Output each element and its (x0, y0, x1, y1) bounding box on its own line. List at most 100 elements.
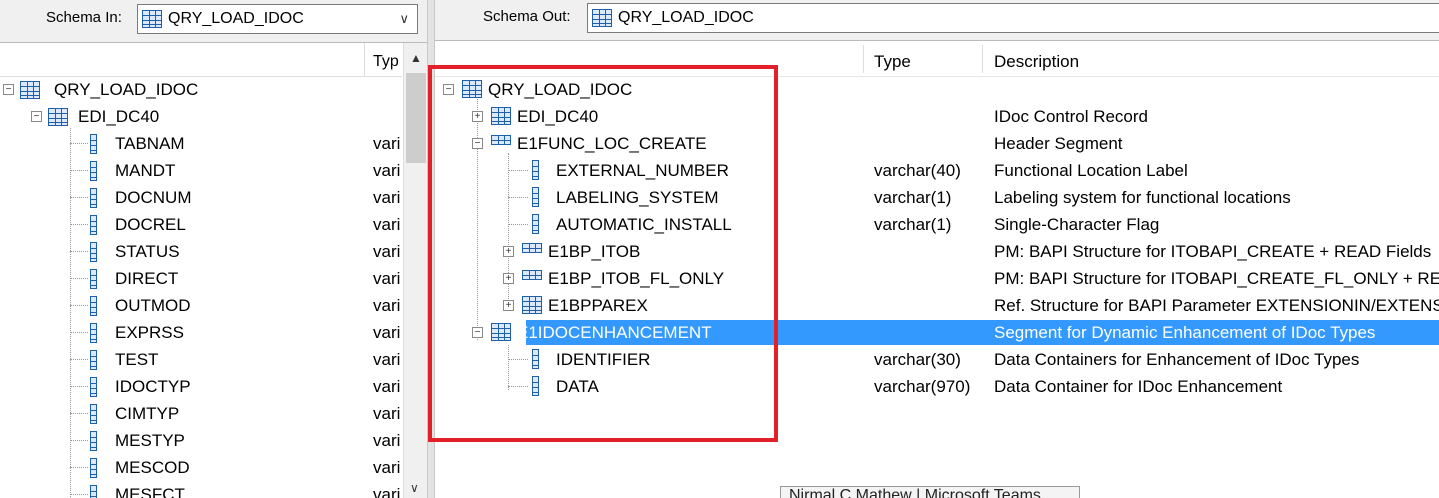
field-icon (90, 430, 97, 451)
column-separator[interactable] (982, 45, 983, 73)
field-type: vari (373, 457, 401, 477)
schema-in-header: Schema In: QRY_LOAD_IDOC ∨ (0, 0, 427, 42)
field-icon (90, 349, 97, 370)
collapse-icon[interactable]: − (31, 111, 42, 122)
field-name: DOCNUM (115, 187, 192, 207)
field-type: vari (373, 241, 401, 261)
node-description: Data Containers for Enhancement of IDoc … (994, 349, 1360, 369)
field-name: TABNAM (115, 133, 185, 153)
field-type: vari (373, 403, 401, 423)
schema-in-tree[interactable]: Typ − QRY_LOAD_IDOC − EDI_DC40 TABNAM var… (0, 42, 427, 498)
scroll-thumb[interactable] (406, 73, 426, 163)
field-name: MANDT (115, 160, 176, 180)
taskbar-tooltip: Nirmal C Mathew | Microsoft Teams (780, 486, 1080, 498)
field-icon (90, 241, 97, 262)
field-name: EXPRSS (115, 322, 184, 342)
column-separator[interactable] (364, 43, 365, 77)
field-type: vari (373, 322, 401, 342)
field-type: vari (373, 376, 401, 396)
table-icon (20, 80, 40, 99)
node-type: varchar(1) (874, 214, 952, 234)
schema-in-panel: Schema In: QRY_LOAD_IDOC ∨ Typ − QRY_LOA… (0, 0, 427, 498)
field-icon (90, 295, 97, 316)
field-icon (90, 187, 97, 208)
field-name: MESCOD (115, 457, 190, 477)
table-icon (592, 9, 612, 27)
vertical-scrollbar[interactable]: ▲ ∨ (403, 43, 427, 498)
node-description: Functional Location Label (994, 160, 1188, 180)
node-description: IDoc Control Record (994, 106, 1149, 126)
field-type: vari (373, 133, 401, 153)
tree-field-row[interactable]: MESCOD vari (0, 454, 400, 481)
node-type: varchar(40) (874, 160, 961, 180)
field-name: STATUS (115, 241, 180, 261)
description-column-header[interactable]: Description (994, 52, 1079, 72)
field-icon (90, 133, 97, 154)
type-column-header[interactable]: Type (874, 52, 911, 72)
node-type: varchar(970) (874, 376, 971, 396)
node-description: Header Segment (994, 133, 1123, 153)
field-icon (90, 403, 97, 424)
tree-field-row[interactable]: IDOCTYP vari (0, 373, 400, 400)
field-type: vari (373, 187, 401, 207)
tree-field-row[interactable]: OUTMOD vari (0, 292, 400, 319)
node-type: varchar(1) (874, 187, 952, 207)
node-description: Segment for Dynamic Enhancement of IDoc … (994, 322, 1376, 342)
tree-field-row[interactable]: TABNAM vari (0, 130, 400, 157)
tree-field-row[interactable]: TEST vari (0, 346, 400, 373)
tree-field-row[interactable]: EXPRSS vari (0, 319, 400, 346)
field-name: OUTMOD (115, 295, 191, 315)
collapse-icon[interactable]: − (3, 84, 14, 95)
field-type: vari (373, 160, 401, 180)
field-type: vari (373, 484, 401, 498)
tree-field-row[interactable]: MESFCT vari (0, 481, 400, 498)
field-type: vari (373, 214, 401, 234)
tree-node-root[interactable]: − QRY_LOAD_IDOC (0, 76, 198, 103)
table-icon (142, 10, 162, 28)
tree-field-row[interactable]: DOCNUM vari (0, 184, 400, 211)
tree-node-label: QRY_LOAD_IDOC (54, 79, 199, 99)
schema-out-tree[interactable]: Type Description − QRY_LOAD_IDOC + EDI_DC40… (428, 40, 1439, 498)
tree-field-row[interactable]: MANDT vari (0, 157, 400, 184)
node-description: Single-Character Flag (994, 214, 1160, 234)
schema-out-value: QRY_LOAD_IDOC (618, 9, 754, 26)
field-type: vari (373, 430, 401, 450)
field-type: vari (373, 295, 401, 315)
field-name: DIRECT (115, 268, 179, 288)
schema-in-value: QRY_LOAD_IDOC (168, 10, 304, 27)
scroll-up-icon[interactable]: ▲ (410, 51, 422, 65)
chevron-down-icon[interactable]: ∨ (399, 11, 409, 27)
field-name: MESFCT (115, 484, 185, 498)
node-description: Data Container for IDoc Enhancement (994, 376, 1283, 396)
column-separator[interactable] (863, 45, 864, 73)
field-name: IDOCTYP (115, 376, 191, 396)
field-name: MESTYP (115, 430, 185, 450)
field-name: CIMTYP (115, 403, 180, 423)
node-description: PM: BAPI Structure for ITOBAPI_CREATE_FL… (994, 268, 1439, 288)
schema-in-column-header: Typ (0, 43, 402, 77)
tree-field-row[interactable]: DOCREL vari (0, 211, 400, 238)
field-icon (90, 457, 97, 478)
field-icon (90, 214, 97, 235)
tree-field-row[interactable]: MESTYP vari (0, 427, 400, 454)
node-description: PM: BAPI Structure for ITOBAPI_CREATE + … (994, 241, 1432, 261)
field-name: DOCREL (115, 214, 186, 234)
node-description: Ref. Structure for BAPI Parameter EXTENS… (994, 295, 1439, 315)
schema-in-label: Schema In: (46, 9, 122, 26)
schema-out-field[interactable]: QRY_LOAD_IDOC (587, 3, 1439, 33)
highlight-box (428, 65, 778, 442)
tree-field-row[interactable]: STATUS vari (0, 238, 400, 265)
field-icon (90, 376, 97, 397)
type-column-header[interactable]: Typ (373, 53, 399, 71)
field-icon (90, 268, 97, 289)
scroll-down-icon[interactable]: ∨ (410, 481, 419, 495)
tree-node-edi-dc40[interactable]: − EDI_DC40 (0, 103, 159, 130)
schema-out-panel: Schema Out: QRY_LOAD_IDOC Type Descripti… (428, 0, 1439, 498)
node-type: varchar(30) (874, 349, 961, 369)
schema-in-dropdown[interactable]: QRY_LOAD_IDOC ∨ (137, 4, 418, 34)
field-type: vari (373, 349, 401, 369)
tree-field-row[interactable]: DIRECT vari (0, 265, 400, 292)
field-name: TEST (115, 349, 159, 369)
tree-field-row[interactable]: CIMTYP vari (0, 400, 400, 427)
field-icon (90, 484, 97, 498)
